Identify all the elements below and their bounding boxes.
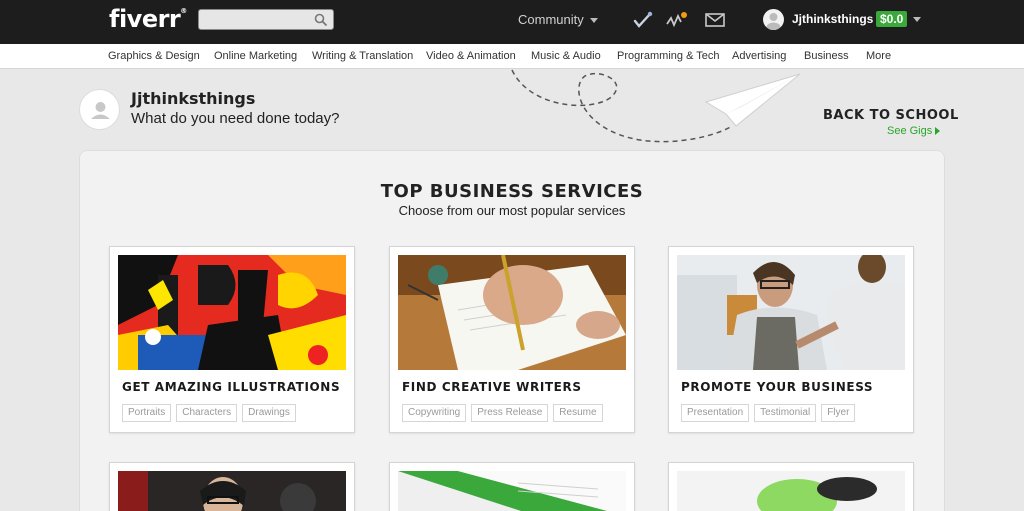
- card-image[interactable]: [677, 471, 905, 511]
- card-tags: Presentation Testimonial Flyer: [681, 402, 860, 422]
- card-image[interactable]: [677, 255, 905, 370]
- service-card-illustrations[interactable]: GET AMAZING ILLUSTRATIONS Portraits Chara…: [109, 246, 355, 433]
- tag[interactable]: Testimonial: [754, 404, 817, 422]
- avatar-icon[interactable]: [763, 9, 784, 30]
- card-image[interactable]: [398, 471, 626, 511]
- card-tags: Portraits Characters Drawings: [122, 402, 301, 422]
- card-title[interactable]: FIND CREATIVE WRITERS: [402, 380, 582, 394]
- service-card[interactable]: [109, 462, 355, 511]
- category-bar: Graphics & Design Online Marketing Writi…: [0, 44, 1024, 69]
- search-box[interactable]: [198, 9, 334, 30]
- tag[interactable]: Resume: [553, 404, 603, 422]
- category-advertising[interactable]: Advertising: [732, 50, 786, 62]
- top-navigation-bar: fiverr® Community Jjthinksthings $0.0: [0, 0, 1024, 44]
- category-more[interactable]: More: [866, 50, 891, 62]
- card-image[interactable]: [118, 255, 346, 370]
- service-card-promote[interactable]: PROMOTE YOUR BUSINESS Presentation Testim…: [668, 246, 914, 433]
- service-card[interactable]: [668, 462, 914, 511]
- search-input[interactable]: [203, 12, 311, 27]
- category-music-audio[interactable]: Music & Audio: [531, 50, 601, 62]
- feather-icon[interactable]: [632, 10, 654, 30]
- category-online-marketing[interactable]: Online Marketing: [214, 50, 297, 62]
- category-video-animation[interactable]: Video & Animation: [426, 50, 516, 62]
- promo-title[interactable]: BACK TO SCHOOL: [823, 108, 959, 123]
- paper-plane-decoration: [511, 69, 801, 143]
- tag[interactable]: Press Release: [471, 404, 549, 422]
- mail-icon[interactable]: [704, 10, 726, 30]
- welcome-username: Jjthinksthings: [131, 89, 256, 108]
- tag[interactable]: Flyer: [821, 404, 856, 422]
- tag[interactable]: Copywriting: [402, 404, 467, 422]
- tag[interactable]: Characters: [176, 404, 238, 422]
- tag[interactable]: Drawings: [242, 404, 296, 422]
- community-menu[interactable]: Community: [518, 12, 598, 27]
- see-gigs-link[interactable]: See Gigs: [887, 125, 941, 137]
- balance-badge[interactable]: $0.0: [876, 11, 908, 27]
- activity-icon[interactable]: [666, 10, 688, 30]
- tag[interactable]: Presentation: [681, 404, 750, 422]
- category-programming-tech[interactable]: Programming & Tech: [617, 50, 720, 62]
- category-business[interactable]: Business: [804, 50, 849, 62]
- user-avatar[interactable]: [79, 89, 120, 130]
- service-card-writers[interactable]: FIND CREATIVE WRITERS Copywriting Press R…: [389, 246, 635, 433]
- category-writing-translation[interactable]: Writing & Translation: [312, 50, 413, 62]
- search-icon[interactable]: [314, 13, 328, 27]
- welcome-question: What do you need done today?: [131, 110, 340, 127]
- section-subtitle: Choose from our most popular services: [398, 203, 626, 218]
- fiverr-logo[interactable]: fiverr®: [109, 5, 187, 33]
- service-card[interactable]: [389, 462, 635, 511]
- play-arrow-icon: [935, 127, 941, 136]
- username[interactable]: Jjthinksthings: [792, 12, 873, 26]
- card-tags: Copywriting Press Release Resume: [402, 402, 608, 422]
- card-title[interactable]: PROMOTE YOUR BUSINESS: [681, 380, 873, 394]
- card-image[interactable]: [118, 471, 346, 511]
- chevron-down-icon: [589, 18, 598, 24]
- card-image[interactable]: [398, 255, 626, 370]
- tag[interactable]: Portraits: [122, 404, 172, 422]
- chevron-down-icon[interactable]: [913, 17, 921, 22]
- category-graphics-design[interactable]: Graphics & Design: [108, 50, 200, 62]
- section-title: TOP BUSINESS SERVICES: [380, 181, 644, 202]
- card-title[interactable]: GET AMAZING ILLUSTRATIONS: [122, 380, 340, 394]
